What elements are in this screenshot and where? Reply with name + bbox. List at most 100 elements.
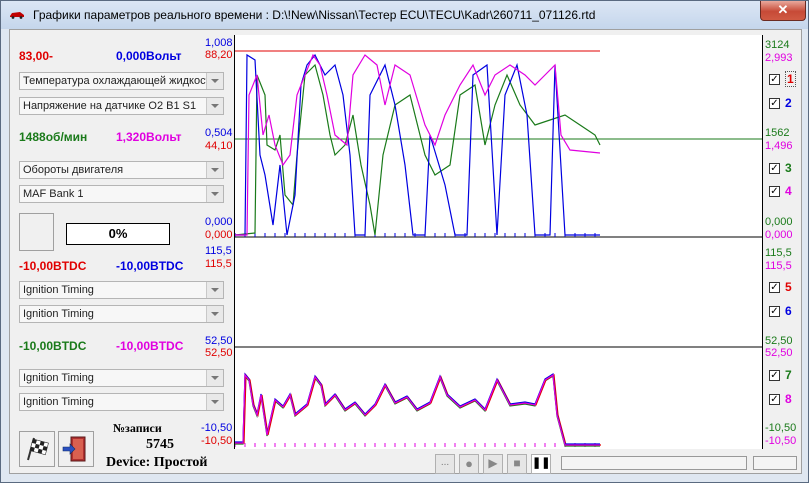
trace-ch2	[235, 53, 600, 236]
records-count: 5745	[146, 437, 174, 452]
stop-button[interactable]: ■	[507, 454, 527, 474]
channel-3-checkbox[interactable]: ✓	[769, 163, 780, 174]
param-select-8[interactable]: Ignition Timing	[19, 393, 224, 411]
param-select-7[interactable]: Ignition Timing	[19, 369, 224, 387]
param-select-3[interactable]: Обороты двигателя	[19, 161, 224, 179]
trace-ch8	[235, 373, 600, 446]
trace-ch5	[236, 373, 601, 446]
channel-2-checkbox[interactable]: ✓	[769, 98, 780, 109]
axis-label: 0,000	[765, 229, 793, 241]
axis-label: 0,000	[765, 216, 793, 228]
chevron-down-icon[interactable]	[206, 306, 223, 322]
speed-slider[interactable]	[753, 456, 797, 470]
car-icon	[10, 12, 24, 19]
timeline-slider[interactable]	[561, 456, 747, 470]
checkered-flag-icon	[27, 437, 49, 461]
axis-label: -10,50	[201, 435, 233, 447]
axis-label: 115,5	[205, 258, 232, 270]
graph-canvas	[234, 50, 762, 447]
channel-1-checkbox[interactable]: ✓	[769, 74, 780, 85]
trace-ch3	[234, 63, 601, 236]
channel-6-label: 6	[785, 304, 792, 318]
records-label: №записи	[113, 421, 162, 435]
param-select-3-label: Обороты двигателя	[23, 164, 124, 176]
channel-4-label: 4	[785, 184, 792, 198]
chevron-down-icon[interactable]	[206, 282, 223, 298]
value-ch2: 0,000Вольт	[116, 49, 182, 63]
finish-flag-button[interactable]	[19, 431, 55, 467]
more-button[interactable]: ...	[435, 454, 455, 474]
axis-label: 44,10	[205, 140, 233, 152]
value-ch4: 1,320Вольт	[116, 130, 182, 144]
axis-label: 1562	[765, 127, 790, 139]
axis-label: 2,993	[765, 52, 793, 64]
channel-5-checkbox[interactable]: ✓	[769, 282, 780, 293]
value-ch5: -10,00BTDC	[19, 259, 87, 273]
exit-button[interactable]	[58, 431, 94, 467]
blank-button[interactable]	[19, 213, 54, 251]
axis-label: 3124	[765, 39, 790, 51]
axis-label: 52,50	[205, 335, 233, 347]
axis-label: -10,50	[765, 435, 797, 447]
app-window: Графики параметров реального времени : D…	[0, 0, 809, 483]
param-select-2-label: Напряжение на датчике O2 B1 S1	[23, 100, 197, 112]
param-select-2[interactable]: Напряжение на датчике O2 B1 S1	[19, 97, 224, 115]
axis-label: 52,50	[205, 347, 233, 359]
exit-door-icon	[62, 436, 86, 462]
axis-label: 88,20	[205, 49, 233, 61]
title-bar[interactable]: Графики параметров реального времени : D…	[1, 1, 808, 29]
chevron-down-icon[interactable]	[206, 98, 223, 114]
plot-area	[234, 35, 763, 449]
axis-label: -10,50	[765, 422, 797, 434]
param-select-5[interactable]: Ignition Timing	[19, 281, 224, 299]
param-select-6[interactable]: Ignition Timing	[19, 305, 224, 323]
value-ch1: 83,00-	[19, 49, 54, 63]
channel-2-label: 2	[785, 96, 792, 110]
channel-7-checkbox[interactable]: ✓	[769, 370, 780, 381]
axis-label: 115,5	[205, 245, 232, 257]
window-title: Графики параметров реального времени : D…	[33, 8, 596, 22]
value-ch6: -10,00BTDC	[116, 259, 184, 273]
axis-label: 1,008	[205, 37, 233, 49]
axis-label: 0,000	[205, 229, 233, 241]
pause-button[interactable]: ❚❚	[531, 454, 551, 474]
close-button[interactable]: ✕	[760, 1, 806, 21]
chevron-down-icon[interactable]	[206, 162, 223, 178]
axis-label: 115,5	[765, 260, 792, 272]
channel-4-checkbox[interactable]: ✓	[769, 186, 780, 197]
channel-1-label: 1	[785, 71, 796, 87]
record-button[interactable]: ●	[459, 454, 479, 474]
channel-8-label: 8	[785, 392, 792, 406]
param-select-6-label: Ignition Timing	[23, 308, 94, 320]
channel-5-label: 5	[785, 280, 792, 294]
channel-6-checkbox[interactable]: ✓	[769, 306, 780, 317]
progress-percent: 0%	[66, 223, 170, 245]
chevron-down-icon[interactable]	[206, 394, 223, 410]
param-select-8-label: Ignition Timing	[23, 396, 94, 408]
axis-label: 1,496	[765, 140, 793, 152]
value-ch8: -10,00BTDC	[116, 339, 184, 353]
device-status: Device: Простой	[106, 455, 208, 470]
param-select-1-label: Температура охлаждающей жидкости	[23, 75, 207, 87]
trace-ch6	[235, 372, 600, 445]
channel-8-checkbox[interactable]: ✓	[769, 394, 780, 405]
axis-label: 115,5	[765, 247, 792, 259]
param-select-4[interactable]: MAF Bank 1	[19, 185, 224, 203]
channel-7-label: 7	[785, 368, 792, 382]
trace-ch4	[235, 53, 601, 236]
trace-ch7	[235, 374, 600, 447]
param-select-1[interactable]: Температура охлаждающей жидкости	[19, 72, 224, 90]
value-ch7: -10,00BTDC	[19, 339, 87, 353]
chevron-down-icon[interactable]	[206, 73, 223, 89]
axis-label: 0,000	[205, 216, 233, 228]
channel-3-label: 3	[785, 161, 792, 175]
chevron-down-icon[interactable]	[206, 186, 223, 202]
chevron-down-icon[interactable]	[206, 370, 223, 386]
param-select-5-label: Ignition Timing	[23, 284, 94, 296]
axis-label: 52,50	[765, 347, 793, 359]
value-ch3: 1488об/мин	[19, 130, 88, 144]
param-select-7-label: Ignition Timing	[23, 372, 94, 384]
axis-label: 0,504	[205, 127, 233, 139]
axis-label: -10,50	[201, 422, 233, 434]
play-button[interactable]: ▶	[483, 454, 503, 474]
